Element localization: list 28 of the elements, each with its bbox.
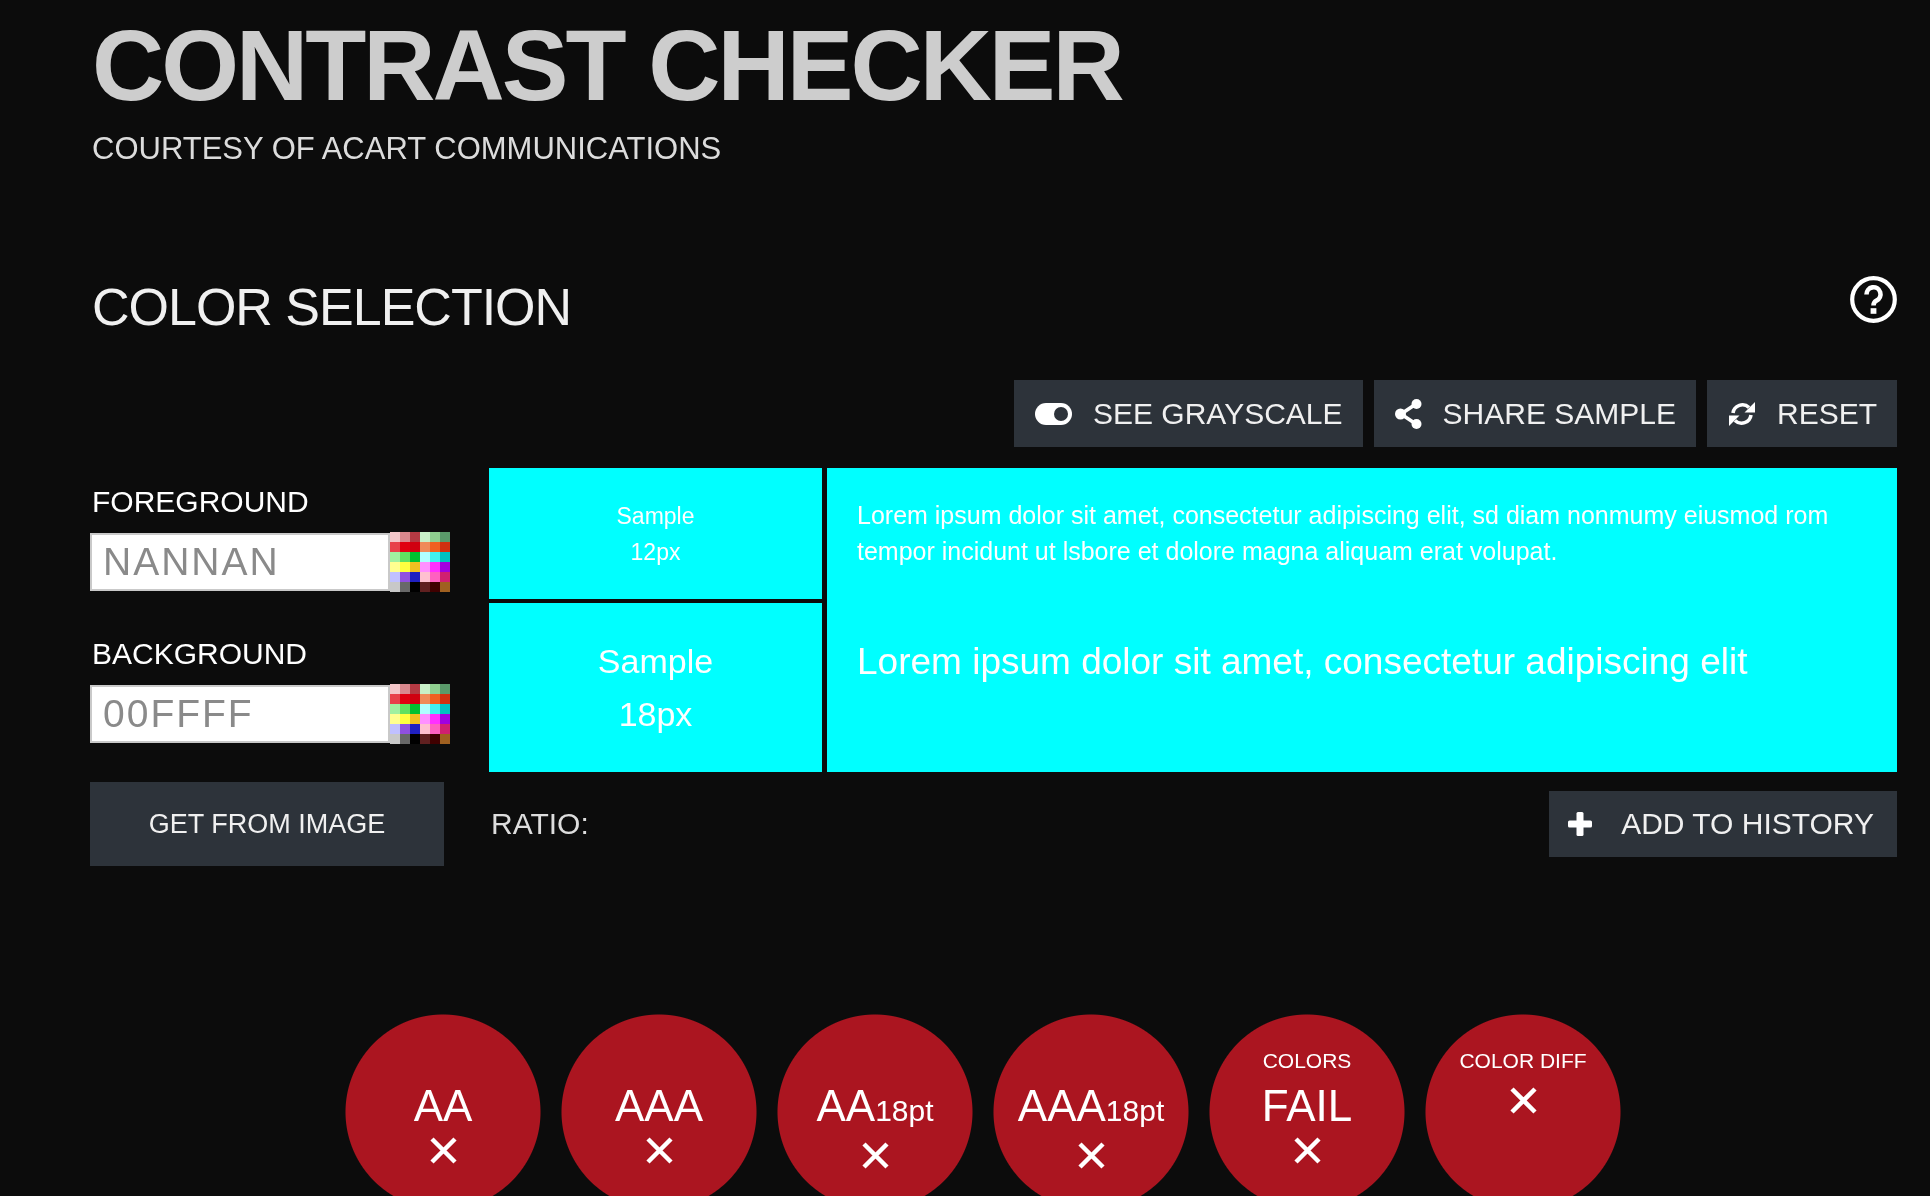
get-from-image-button[interactable]: GET FROM IMAGE [90,782,444,866]
sample-label: Sample 12px [616,501,695,567]
result-label: AAA18pt [1017,1082,1165,1132]
field-label: BACKGROUND [92,636,308,672]
result-label: AAA [614,1082,703,1130]
color-swatches-icon[interactable] [390,532,450,592]
plus-icon [1566,810,1595,838]
share-button[interactable]: SHARE SAMPLE [1373,380,1696,447]
share-icon [1394,398,1422,429]
color-swatches-icon[interactable] [390,684,450,744]
page-title: CONTRAST CHECKER [92,15,1122,115]
result-label: AA [413,1082,473,1130]
field-label: FOREGROUND [92,484,309,520]
result-caption: COLOR DIFF [1459,1049,1587,1073]
toggle-icon [1035,402,1072,425]
add-to-history-button[interactable]: ADD TO HISTORY [1549,791,1897,857]
result-label: FAIL [1261,1082,1353,1130]
help-icon[interactable] [1850,276,1897,323]
section-heading: COLOR SELECTION [92,277,572,338]
grayscale-button[interactable]: SEE GRAYSCALE [1014,380,1363,447]
result-caption: COLORS [1262,1049,1352,1073]
sample-text: Lorem ipsum dolor sit amet, consectetur adipiscing elit, sd diam nonmumy eiusmod rom tempor incidunt ut lsbore et dolore magna aliquam erat volupat. [857,500,1830,567]
result-label: AA18pt [816,1082,934,1132]
sample-label: Sample 18px [597,640,714,735]
ratio-label: RATIO: [491,806,589,842]
page-subtitle: COURTESY OF ACART COMMUNICATIONS [92,130,722,167]
reset-button[interactable]: RESET [1706,380,1897,447]
sample-text: Lorem ipsum dolor sit amet, consectetur adipiscing elit [857,640,1748,684]
